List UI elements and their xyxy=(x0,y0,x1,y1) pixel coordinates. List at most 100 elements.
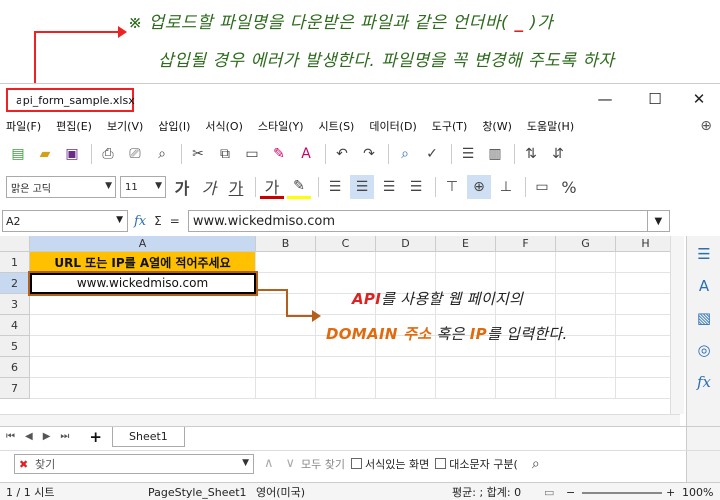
grid-cell[interactable] xyxy=(616,357,676,378)
italic-button[interactable]: 가 xyxy=(197,175,221,199)
previous-sheet-icon[interactable]: ◀ xyxy=(25,431,33,442)
clone-formatting-icon[interactable]: ✎ xyxy=(267,142,291,166)
grid-cell[interactable] xyxy=(256,378,316,399)
align-top-icon[interactable]: ⊤ xyxy=(440,175,464,199)
grid-cell[interactable] xyxy=(616,294,676,315)
page-style[interactable]: PageStyle_Sheet1 xyxy=(148,486,247,499)
menu-tools[interactable]: 도구(T) xyxy=(432,118,468,134)
zoom-slider[interactable] xyxy=(582,492,662,494)
find-replace-icon[interactable]: ⌕ xyxy=(393,142,417,166)
column-header[interactable]: A xyxy=(30,236,256,252)
grid-cell[interactable] xyxy=(256,315,316,336)
horizontal-scrollbar[interactable] xyxy=(0,414,680,426)
align-right-icon[interactable]: ☰ xyxy=(377,175,401,199)
font-color-button[interactable]: 가 xyxy=(260,175,284,199)
language-status[interactable]: 영어(미국) xyxy=(256,484,305,500)
find-previous-icon[interactable]: ∧ xyxy=(264,456,274,471)
next-sheet-icon[interactable]: ▶ xyxy=(43,431,51,442)
find-input[interactable]: ✖ 찾기 ▼ xyxy=(14,453,254,474)
font-name-combo[interactable]: 맑은 고딕 ▼ xyxy=(6,176,116,198)
font-size-combo[interactable]: 11 ▼ xyxy=(120,176,166,198)
formula-input[interactable]: www.wickedmiso.com xyxy=(187,210,648,232)
globe-icon[interactable]: ⊕ xyxy=(700,118,712,134)
first-sheet-icon[interactable]: ⏮ xyxy=(6,431,15,442)
row-header[interactable]: 4 xyxy=(0,315,30,336)
clear-formatting-icon[interactable]: A xyxy=(294,142,318,166)
highlight-icon[interactable]: ✎ xyxy=(287,175,311,199)
column-icon[interactable]: ▥ xyxy=(483,142,507,166)
menu-data[interactable]: 데이터(D) xyxy=(369,118,416,134)
sort-ascending-icon[interactable]: ⇅ xyxy=(519,142,543,166)
grid-cell[interactable] xyxy=(30,357,256,378)
grid-cell[interactable] xyxy=(376,252,436,273)
column-header[interactable]: E xyxy=(436,236,496,252)
find-next-icon[interactable]: ∨ xyxy=(286,456,296,471)
grid-cell[interactable] xyxy=(556,273,616,294)
underline-button[interactable]: 가 xyxy=(224,175,248,199)
align-left-icon[interactable]: ☰ xyxy=(323,175,347,199)
navigator-icon[interactable]: ◎ xyxy=(690,336,718,364)
align-bottom-icon[interactable]: ⊥ xyxy=(494,175,518,199)
print-preview-icon[interactable]: ⌕ xyxy=(150,142,174,166)
grid-cell[interactable] xyxy=(616,378,676,399)
paste-icon[interactable]: ▭ xyxy=(240,142,264,166)
export-pdf-icon[interactable]: ⎙ xyxy=(96,142,120,166)
styles-icon[interactable]: A xyxy=(690,272,718,300)
open-folder-icon[interactable]: ▰ xyxy=(33,142,57,166)
find-all-button[interactable]: 모두 찾기 xyxy=(301,456,345,472)
undo-icon[interactable]: ↶ xyxy=(330,142,354,166)
row-header[interactable]: 3 xyxy=(0,294,30,315)
number-format-currency-icon[interactable]: ▭ xyxy=(530,175,554,199)
grid-cell[interactable] xyxy=(616,252,676,273)
menu-file[interactable]: 파일(F) xyxy=(6,118,41,134)
function-wizard-button[interactable]: fx xyxy=(134,214,146,229)
grid-cell[interactable] xyxy=(30,378,256,399)
grid-cell[interactable] xyxy=(556,357,616,378)
view-normal-icon[interactable]: ▭ xyxy=(544,486,554,499)
find-replace-dialog-icon[interactable]: ⌕ xyxy=(524,452,548,476)
save-icon[interactable]: ▣ xyxy=(60,142,84,166)
menu-styles[interactable]: 스타일(Y) xyxy=(258,118,304,134)
grid-cell[interactable] xyxy=(616,336,676,357)
row-header[interactable]: 5 xyxy=(0,336,30,357)
column-header[interactable]: B xyxy=(256,236,316,252)
grid-cell[interactable] xyxy=(316,252,376,273)
formula-equals-button[interactable]: = xyxy=(170,214,180,228)
grid-cell[interactable] xyxy=(436,357,496,378)
column-header[interactable]: H xyxy=(616,236,676,252)
grid-cell[interactable] xyxy=(436,252,496,273)
print-icon[interactable]: ⎚ xyxy=(123,142,147,166)
grid-cell[interactable] xyxy=(30,336,256,357)
menu-view[interactable]: 보기(V) xyxy=(107,118,143,134)
new-document-icon[interactable]: ▤ xyxy=(6,142,30,166)
cut-icon[interactable]: ✂ xyxy=(186,142,210,166)
row-header[interactable]: 7 xyxy=(0,378,30,399)
functions-icon[interactable]: fx xyxy=(690,368,718,396)
grid-cell[interactable] xyxy=(316,357,376,378)
grid-cell[interactable] xyxy=(376,378,436,399)
grid-cell[interactable] xyxy=(316,378,376,399)
minimize-button[interactable]: — xyxy=(582,84,628,114)
menu-sheet[interactable]: 시트(S) xyxy=(319,118,355,134)
cell-a1[interactable]: URL 또는 IP를 A열에 적어주세요 xyxy=(30,252,256,273)
grid-cell[interactable] xyxy=(556,294,616,315)
maximize-button[interactable]: ☐ xyxy=(632,84,678,114)
add-sheet-button[interactable]: + xyxy=(89,428,102,446)
zoom-out-icon[interactable]: − xyxy=(566,486,575,499)
grid-cell[interactable] xyxy=(256,336,316,357)
grid-cell[interactable] xyxy=(496,252,556,273)
grid-cell[interactable] xyxy=(256,357,316,378)
grid-cell[interactable] xyxy=(556,378,616,399)
column-header[interactable]: D xyxy=(376,236,436,252)
menu-help[interactable]: 도움말(H) xyxy=(527,118,574,134)
name-box[interactable]: A2 ▼ xyxy=(2,210,128,232)
zoom-level[interactable]: 100% xyxy=(682,486,713,499)
select-all-corner[interactable] xyxy=(0,236,30,252)
row-header[interactable]: 6 xyxy=(0,357,30,378)
close-button[interactable]: ✕ xyxy=(676,84,720,114)
menu-insert[interactable]: 삽입(I) xyxy=(158,118,190,134)
row-icon[interactable]: ☰ xyxy=(456,142,480,166)
menu-edit[interactable]: 편집(E) xyxy=(56,118,92,134)
grid-cell[interactable] xyxy=(30,294,256,315)
menu-format[interactable]: 서식(O) xyxy=(205,118,242,134)
